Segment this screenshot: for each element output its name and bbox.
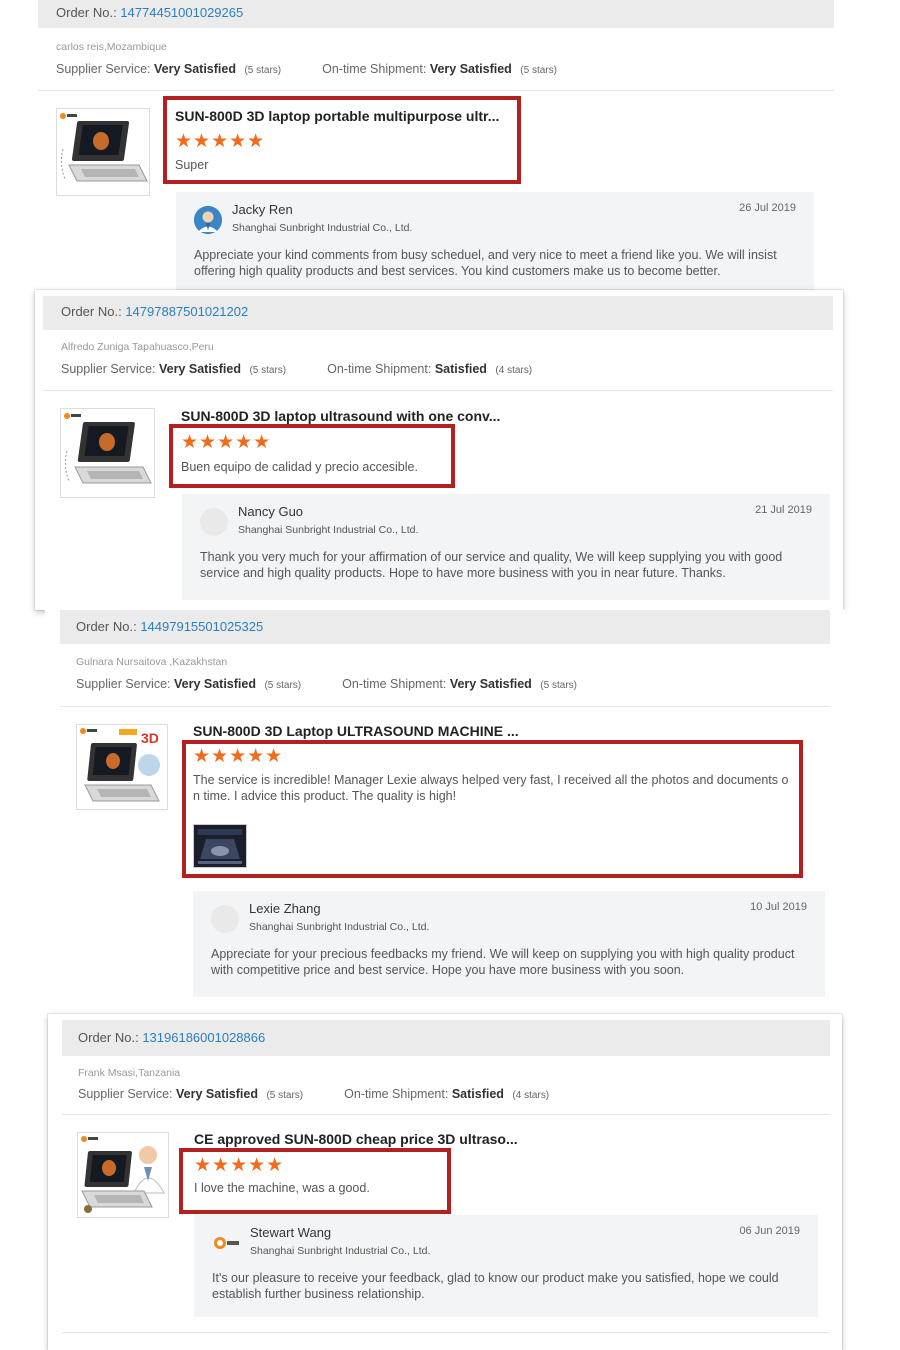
supplier-service-stars: (5 stars): [249, 365, 287, 376]
order-bar: Order No.: 13196186001028866: [62, 1020, 830, 1056]
avatar: [200, 508, 228, 536]
reply-date: 06 Jun 2019: [739, 1225, 800, 1237]
product-title-link[interactable]: SUN-800D 3D Laptop ULTRASOUND MACHINE ..…: [193, 723, 519, 739]
shipment-stars: (5 stars): [540, 680, 577, 691]
shipment-label: On-time Shipment:: [342, 677, 447, 691]
supplier-service-stars: (5 stars): [244, 65, 282, 76]
buyer-name: Frank Msasi,Tanzania: [78, 1067, 181, 1079]
supplier-service-value: Very Satisfied: [175, 1087, 258, 1101]
product-thumbnail[interactable]: [56, 108, 150, 196]
supplier-service-label: Supplier Service:: [78, 1087, 173, 1101]
order-label: Order No.:: [61, 304, 122, 319]
review-card-1: Order No.: 14774451001029265 carlos reis…: [28, 0, 846, 300]
order-bar: Order No.: 14797887501021202: [43, 296, 833, 330]
reply-company: Shanghai Sunbright Industrial Co., Ltd.: [249, 921, 430, 933]
reply-company: Shanghai Sunbright Industrial Co., Ltd.: [232, 222, 413, 234]
order-number-link[interactable]: 14797887501021202: [125, 304, 248, 319]
supplier-service-value: Very Satisfied: [173, 677, 256, 691]
divider: [62, 1114, 830, 1115]
reply-author: Stewart Wang: [250, 1225, 332, 1240]
product-thumbnail[interactable]: 3D: [76, 724, 168, 810]
svg-text:3D: 3D: [141, 730, 159, 746]
buyer-name: Alfredo Zuniga Tapahuasco,Peru: [61, 341, 214, 353]
supplier-service-value: Very Satisfied: [153, 62, 236, 76]
supplier-service-label: Supplier Service:: [76, 677, 171, 691]
reply-message: Appreciate your kind comments from busy …: [194, 248, 777, 278]
ultrasound-3d-laptop-icon: 3D: [80, 728, 160, 802]
product-title-link[interactable]: SUN-800D 3D laptop ultrasound with one c…: [181, 408, 500, 424]
product-title-link[interactable]: CE approved SUN-800D cheap price 3D ultr…: [194, 1131, 518, 1147]
service-ratings: Supplier Service: Very Satisfied (5 star…: [76, 677, 577, 691]
reply-message: Thank you very much for your affirmation…: [200, 550, 783, 580]
shipment-stars: (4 stars): [495, 365, 533, 376]
highlight-box: [182, 740, 803, 878]
reply-date: 21 Jul 2019: [755, 504, 812, 516]
ultrasound-laptop-icon: [64, 413, 152, 484]
shipment-stars: (5 stars): [520, 65, 557, 76]
reply-author: Lexie Zhang: [249, 901, 321, 916]
supplier-reply: Nancy Guo Shanghai Sunbright Industrial …: [182, 494, 830, 600]
supplier-service-label: Supplier Service:: [61, 362, 156, 376]
shipment-value: Satisfied: [434, 362, 487, 376]
order-number-link[interactable]: 14497915501025325: [140, 619, 263, 634]
highlight-box: [179, 1148, 451, 1214]
ultrasound-laptop-icon: [60, 113, 148, 182]
divider: [60, 706, 830, 707]
service-ratings: Supplier Service: Very Satisfied (5 star…: [61, 362, 532, 376]
divider: [62, 1332, 830, 1333]
avatar: [194, 206, 222, 234]
divider: [43, 390, 833, 391]
reply-author: Nancy Guo: [238, 504, 304, 519]
highlight-box: [169, 424, 455, 488]
reply-message: It's our pleasure to receive your feedba…: [212, 1271, 779, 1301]
supplier-service-stars: (5 stars): [264, 680, 302, 691]
supplier-reply: Stewart Wang Shanghai Sunbright Industri…: [194, 1215, 818, 1317]
company-logo-icon: [214, 1237, 239, 1249]
person-avatar-icon: [194, 206, 222, 234]
order-label: Order No.:: [56, 5, 117, 20]
shipment-stars: (4 stars): [512, 1090, 550, 1101]
shipment-value: Very Satisfied: [449, 677, 532, 691]
highlight-box: [163, 96, 521, 184]
order-label: Order No.:: [76, 619, 137, 634]
buyer-name: carlos reis,Mozambique: [56, 41, 167, 53]
supplier-service-label: Supplier Service:: [56, 62, 151, 76]
shipment-value: Very Satisfied: [429, 62, 512, 76]
supplier-reply: Jacky Ren Shanghai Sunbright Industrial …: [176, 192, 814, 300]
review-card-2: Order No.: 14797887501021202 Alfredo Zun…: [35, 290, 843, 610]
order-label: Order No.:: [78, 1030, 139, 1045]
reply-author: Jacky Ren: [232, 202, 293, 217]
order-number-link[interactable]: 13196186001028866: [142, 1030, 265, 1045]
avatar: [211, 905, 239, 933]
order-number-link[interactable]: 14774451001029265: [120, 5, 243, 20]
order-bar: Order No.: 14497915501025325: [60, 610, 830, 644]
shipment-value: Satisfied: [451, 1087, 504, 1101]
product-thumbnail[interactable]: [60, 408, 155, 498]
avatar: [212, 1229, 240, 1257]
reply-message: Appreciate for your precious feedbacks m…: [211, 947, 795, 977]
service-ratings: Supplier Service: Very Satisfied (5 star…: [78, 1087, 549, 1101]
shipment-label: On-time Shipment:: [327, 362, 432, 376]
order-bar: Order No.: 14774451001029265: [38, 0, 834, 28]
ultrasound-laptop-doctor-icon: [81, 1136, 165, 1213]
supplier-reply: Lexie Zhang Shanghai Sunbright Industria…: [193, 891, 825, 997]
supplier-service-stars: (5 stars): [266, 1090, 304, 1101]
reply-company: Shanghai Sunbright Industrial Co., Ltd.: [238, 524, 419, 536]
service-ratings: Supplier Service: Very Satisfied (5 star…: [56, 62, 557, 76]
shipment-label: On-time Shipment:: [344, 1087, 449, 1101]
buyer-name: Gulnara Nursaitova ,Kazakhstan: [76, 656, 228, 668]
reply-date: 10 Jul 2019: [750, 901, 807, 913]
reply-company: Shanghai Sunbright Industrial Co., Ltd.: [250, 1245, 431, 1257]
review-card-4: Order No.: 13196186001028866 Frank Msasi…: [48, 1014, 842, 1350]
shipment-label: On-time Shipment:: [322, 62, 427, 76]
review-card-3: Order No.: 14497915501025325 Gulnara Nur…: [45, 610, 845, 1010]
product-thumbnail[interactable]: [77, 1132, 169, 1218]
divider: [38, 90, 834, 91]
supplier-service-value: Very Satisfied: [158, 362, 241, 376]
reply-date: 26 Jul 2019: [739, 202, 796, 214]
